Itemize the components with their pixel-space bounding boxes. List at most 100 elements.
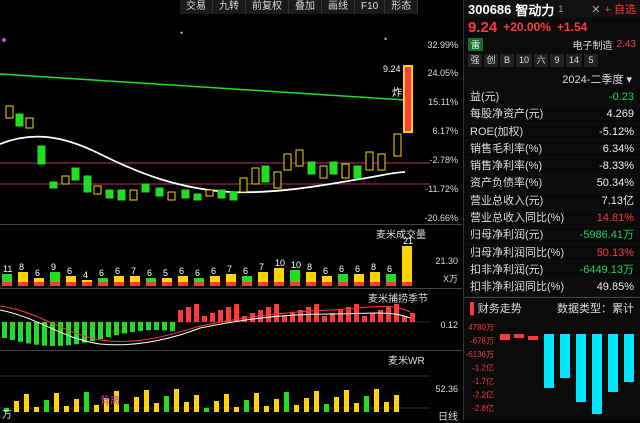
toolbar-fq[interactable]: 前复权 bbox=[246, 0, 289, 14]
candle bbox=[167, 191, 176, 201]
toolbar-overlay[interactable]: 叠加 bbox=[289, 0, 322, 14]
candle bbox=[37, 145, 46, 165]
wr-bar bbox=[14, 401, 19, 412]
metric-value: -8.33% bbox=[599, 160, 634, 173]
wr-bar bbox=[174, 389, 179, 412]
date-label[interactable]: 日线 bbox=[438, 408, 458, 423]
tab-six[interactable]: 六 bbox=[534, 54, 548, 67]
momentum-bar bbox=[338, 310, 343, 322]
metric-row[interactable]: 扣非净利润(元) -6449.13万 bbox=[464, 262, 640, 280]
metric-row[interactable]: 归母净利润同比(%) 50.13% bbox=[464, 245, 640, 262]
sector-prefix: 1 bbox=[558, 4, 564, 14]
metric-row[interactable]: 益(元) -0.23 bbox=[464, 89, 640, 107]
volume-count: 6 bbox=[211, 266, 216, 276]
toolbar-nine-turn[interactable]: 九转 bbox=[213, 0, 246, 14]
volume-pane[interactable]: 11 8 6 9 6 4 6 6 7 6 5 6 6 6 7 6 7 10 10 8 6 6 6 8 6 21 bbox=[0, 228, 430, 286]
momentum-bar bbox=[210, 313, 215, 322]
volume-y-unit: X万 bbox=[442, 274, 458, 284]
metric-row[interactable]: 营业总收入同比(%) 14.81% bbox=[464, 210, 640, 228]
metric-row[interactable]: 每股净资产(元) 4.269 bbox=[464, 106, 640, 124]
candle bbox=[141, 183, 150, 193]
sector-name[interactable]: 电子制造 bbox=[573, 37, 613, 52]
candle bbox=[251, 167, 260, 185]
volume-count: 6 bbox=[115, 266, 120, 276]
metric-row[interactable]: 资产负债率(%) 50.34% bbox=[464, 175, 640, 193]
trend-header: ▌财务走势 数据类型：累计 bbox=[464, 296, 640, 318]
metric-row[interactable]: ROE(加权) -5.12% bbox=[464, 124, 640, 141]
wr-pane[interactable] bbox=[0, 356, 430, 414]
tab-strong[interactable]: 强 bbox=[468, 54, 482, 67]
trend-bar bbox=[514, 334, 524, 338]
metric-row[interactable]: 销售净利率(%) -8.33% bbox=[464, 158, 640, 176]
tab-create[interactable]: 创 bbox=[484, 54, 498, 67]
candle bbox=[25, 117, 34, 129]
wr-bar bbox=[284, 392, 289, 412]
toolbar-f10[interactable]: F10 bbox=[355, 0, 386, 14]
momentum-bar bbox=[146, 322, 151, 331]
volume-base bbox=[82, 282, 92, 286]
wr-bar bbox=[244, 400, 249, 412]
toolbar-pattern[interactable]: 形态 bbox=[385, 0, 419, 14]
tab-5[interactable]: 5 bbox=[584, 54, 598, 67]
candlestick-pane[interactable]: • • bbox=[0, 14, 462, 236]
momentum-bar bbox=[194, 304, 199, 322]
tab-10[interactable]: 10 bbox=[516, 54, 532, 67]
volume-base bbox=[322, 282, 332, 286]
volume-count: 9 bbox=[51, 262, 56, 272]
volume-base bbox=[178, 282, 188, 286]
candle bbox=[341, 163, 350, 179]
momentum-pane[interactable] bbox=[0, 292, 430, 350]
tab-b[interactable]: B bbox=[500, 54, 514, 67]
period-select[interactable]: 2024-二季度 ▾ bbox=[464, 69, 640, 89]
volume-base bbox=[162, 282, 172, 286]
toolbar-trade[interactable]: 交易 bbox=[180, 0, 213, 14]
metric-row[interactable]: 销售毛利率(%) 6.34% bbox=[464, 141, 640, 159]
volume-count: 6 bbox=[179, 266, 184, 276]
change-pct: +20.00% bbox=[503, 20, 551, 34]
momentum-bar bbox=[2, 322, 7, 338]
trend-bar bbox=[608, 334, 618, 392]
volume-base bbox=[2, 282, 12, 286]
wr-bar bbox=[124, 404, 129, 412]
kline-chart-area[interactable]: 交易 九转 前复权 叠加 画线 F10 形态 • • 9.24 炸 32.99%… bbox=[0, 0, 462, 423]
trend-bar bbox=[528, 336, 538, 340]
metric-label: 营业总收入(元) bbox=[470, 194, 544, 207]
tab-9[interactable]: 9 bbox=[550, 54, 564, 67]
wr-bar bbox=[194, 395, 199, 412]
stock-code: 300686 bbox=[468, 1, 512, 17]
metric-label: 扣非净利润同比(%) bbox=[470, 281, 565, 294]
volume-base bbox=[338, 282, 348, 286]
trend-title: ▌财务走势 bbox=[470, 302, 522, 315]
add-watch-button[interactable]: + 自选 bbox=[605, 1, 637, 17]
wr-bar bbox=[314, 391, 319, 412]
board-badge: 雷 bbox=[468, 37, 484, 51]
trend-bar bbox=[544, 334, 554, 388]
volume-count: 6 bbox=[195, 268, 200, 278]
momentum-bar bbox=[370, 313, 375, 322]
metric-row[interactable]: 扣非净利润同比(%) 49.85% bbox=[464, 279, 640, 297]
momentum-bar bbox=[282, 316, 287, 322]
trend-data-type[interactable]: 数据类型：累计 bbox=[557, 300, 634, 316]
candle bbox=[15, 113, 24, 127]
wr-bar bbox=[364, 396, 369, 412]
wr-y: 52.36 bbox=[435, 384, 458, 394]
volume-base bbox=[50, 282, 60, 286]
toolbar-draw[interactable]: 画线 bbox=[322, 0, 355, 14]
candle bbox=[129, 189, 138, 201]
momentum-bar bbox=[386, 307, 391, 322]
momentum-bar bbox=[122, 322, 127, 334]
momentum-bar bbox=[114, 322, 119, 336]
momentum-bar bbox=[322, 316, 327, 322]
metric-value: -0.23 bbox=[608, 91, 634, 103]
volume-base bbox=[274, 282, 284, 286]
wr-bar bbox=[64, 406, 69, 412]
volume-base bbox=[194, 282, 204, 286]
momentum-bar bbox=[274, 304, 279, 322]
tab-14[interactable]: 14 bbox=[566, 54, 582, 67]
close-icon[interactable]: ✕ bbox=[591, 3, 600, 16]
volume-base bbox=[290, 282, 300, 286]
volume-count: 8 bbox=[307, 262, 312, 272]
candle bbox=[105, 189, 114, 199]
metric-row[interactable]: 归母净利润(元) -5986.41万 bbox=[464, 227, 640, 245]
metric-row[interactable]: 营业总收入(元) 7.13亿 bbox=[464, 193, 640, 211]
